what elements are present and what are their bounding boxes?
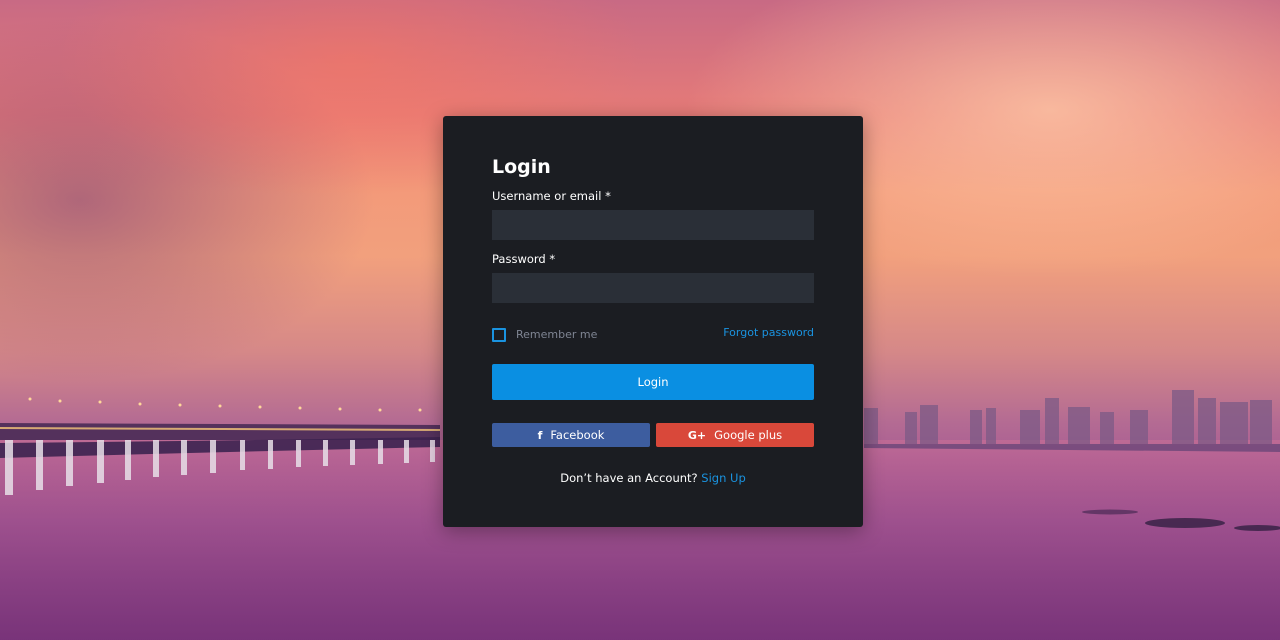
- login-button[interactable]: Login: [492, 364, 814, 400]
- username-input[interactable]: [492, 210, 814, 240]
- google-plus-label: Google plus: [714, 428, 783, 442]
- login-card: Login Username or email * Password * Rem…: [443, 116, 863, 527]
- facebook-label: Facebook: [550, 428, 605, 442]
- username-label: Username or email *: [492, 189, 611, 203]
- remember-label[interactable]: Remember me: [516, 328, 597, 341]
- password-label: Password *: [492, 252, 556, 266]
- no-account-text: Don’t have an Account?: [560, 471, 698, 485]
- remember-checkbox[interactable]: [492, 328, 506, 342]
- forgot-password-link[interactable]: Forgot password: [723, 326, 814, 339]
- facebook-login-button[interactable]: f Facebook: [492, 423, 650, 447]
- password-input[interactable]: [492, 273, 814, 303]
- login-title: Login: [492, 156, 551, 178]
- signup-prompt: Don’t have an Account? Sign Up: [492, 471, 814, 485]
- facebook-icon: f: [537, 428, 543, 442]
- google-plus-login-button[interactable]: G+ Google plus: [656, 423, 814, 447]
- google-plus-icon: G+: [687, 428, 707, 442]
- remember-row: Remember me Forgot password: [492, 326, 814, 343]
- signup-link[interactable]: Sign Up: [701, 471, 745, 485]
